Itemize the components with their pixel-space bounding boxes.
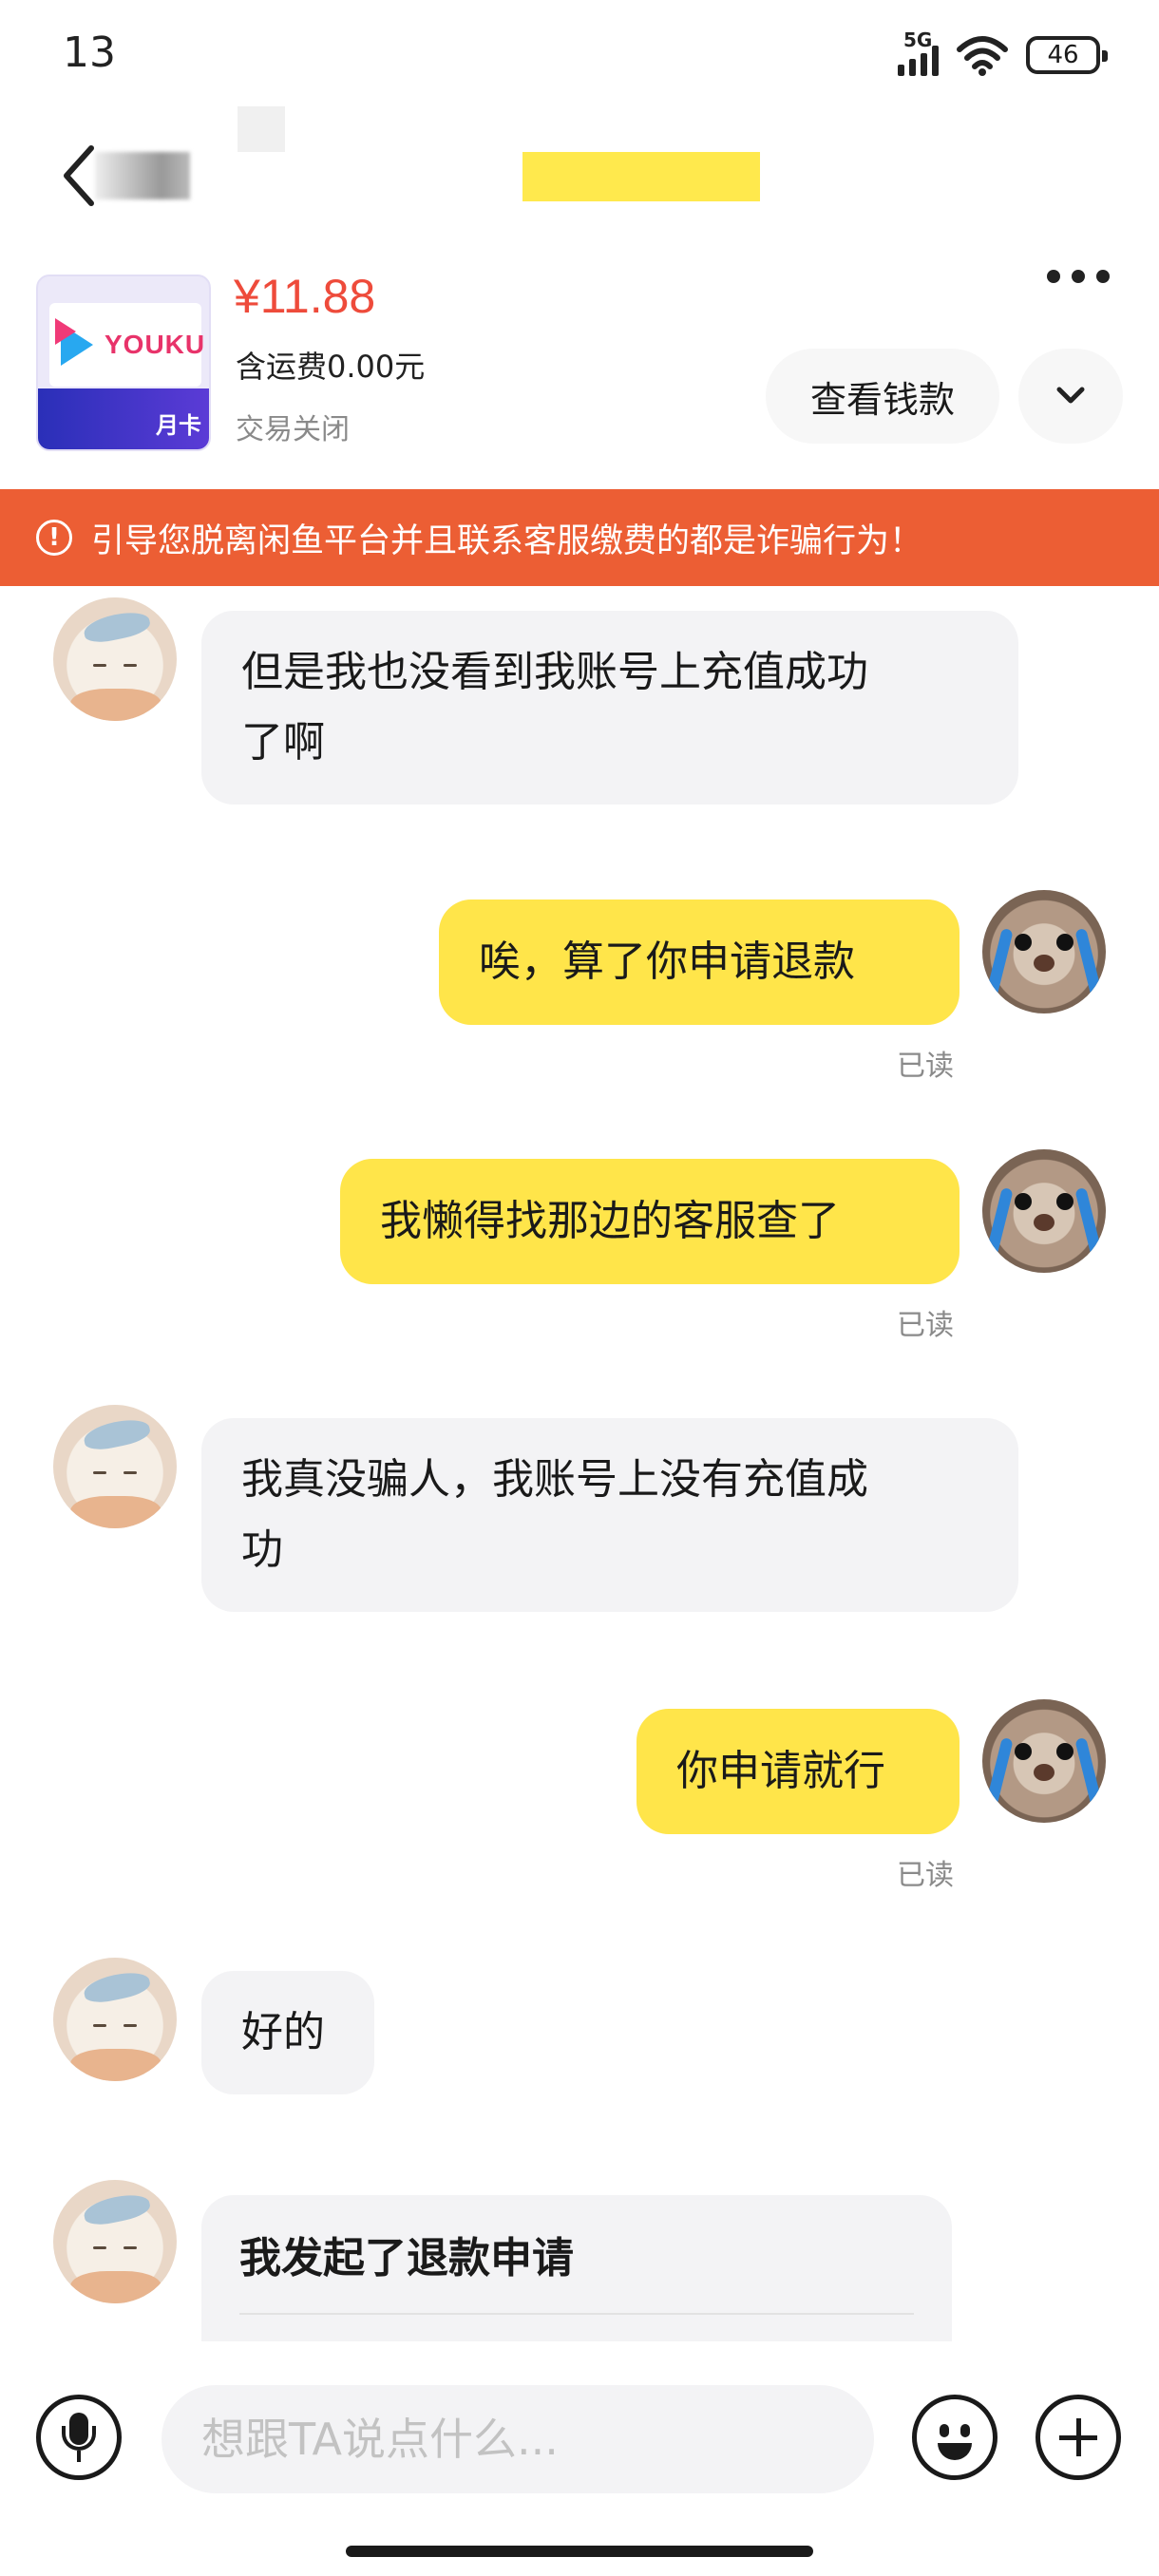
message-text: 好的: [241, 2008, 325, 2056]
self-avatar[interactable]: [982, 1699, 1106, 1823]
product-thumbnail[interactable]: YOUKU 月卡: [36, 275, 211, 451]
thumbnail-brand: YOUKU: [104, 330, 206, 359]
self-avatar[interactable]: [982, 890, 1106, 1013]
expand-button[interactable]: [1018, 349, 1123, 444]
blurred-username: [95, 152, 190, 199]
message-input-bar: [0, 2341, 1159, 2576]
message-text-line: 我真没骗人，我账号上没有充值成: [241, 1455, 868, 1504]
message-bubble[interactable]: 我真没骗人，我账号上没有充值成 功: [201, 1418, 1018, 1612]
message-bubble[interactable]: 你申请就行: [636, 1709, 960, 1834]
battery-icon: 46: [1026, 36, 1108, 74]
plus-icon[interactable]: [1036, 2395, 1121, 2480]
message-bubble[interactable]: 唉，算了你申请退款: [439, 900, 960, 1025]
message-bubble[interactable]: 我懒得找那边的客服查了: [340, 1159, 960, 1284]
refund-request-card[interactable]: 我发起了退款申请: [201, 2195, 952, 2341]
view-payment-button[interactable]: 查看钱款: [766, 349, 999, 444]
exclamation-circle-icon: !: [36, 520, 72, 556]
chat-messages[interactable]: 但是我也没看到我账号上充值成功 了啊 唉，算了你申请退款 已读 我懒得找那边的客…: [0, 586, 1159, 2341]
other-user-avatar[interactable]: [53, 597, 177, 721]
other-user-avatar[interactable]: [53, 2180, 177, 2303]
message-text-line: 功: [241, 1525, 283, 1574]
redaction-highlight: [522, 152, 760, 201]
blurred-username-part: [238, 106, 285, 152]
cellular-signal-icon: 5G: [898, 28, 939, 76]
play-logo-accent-icon: [55, 318, 76, 345]
read-receipt: 已读: [897, 1050, 954, 1083]
status-time: 13: [63, 28, 116, 77]
status-bar: 13 5G 46: [0, 0, 1159, 104]
other-user-avatar[interactable]: [53, 1405, 177, 1528]
read-receipt: 已读: [897, 1309, 954, 1342]
network-type-label: 5G: [903, 28, 933, 51]
shipping-fee: 含运费0.00元: [236, 349, 426, 385]
thumbnail-badge: 月卡: [156, 412, 201, 439]
wifi-icon: [957, 36, 1008, 76]
home-indicator[interactable]: [346, 2546, 813, 2557]
trade-status: 交易关闭: [236, 413, 350, 446]
other-user-avatar[interactable]: [53, 1958, 177, 2081]
message-text-line: 了啊: [241, 718, 325, 767]
microphone-icon[interactable]: [36, 2395, 122, 2480]
message-input[interactable]: [162, 2385, 874, 2493]
message-text: 我懒得找那边的客服查了: [380, 1197, 840, 1245]
message-bubble[interactable]: 但是我也没看到我账号上充值成功 了啊: [201, 611, 1018, 805]
message-text-line: 但是我也没看到我账号上充值成功: [241, 648, 868, 696]
status-icons: 5G 46: [898, 28, 1108, 82]
chevron-down-icon: [1056, 387, 1085, 404]
refund-card-title: 我发起了退款申请: [239, 2234, 574, 2282]
message-text: 唉，算了你申请退款: [479, 938, 855, 986]
message-text: 你申请就行: [676, 1747, 885, 1795]
warning-text: 引导您脱离闲鱼平台并且联系客服缴费的都是诈骗行为！: [91, 521, 923, 560]
product-price: ¥11.88: [234, 270, 376, 323]
read-receipt: 已读: [897, 1859, 954, 1892]
product-card[interactable]: YOUKU 月卡 ¥11.88 含运费0.00元 交易关闭 查看钱款: [0, 261, 1159, 489]
emoji-icon[interactable]: [912, 2395, 998, 2480]
message-bubble[interactable]: 好的: [201, 1971, 374, 2094]
self-avatar[interactable]: [982, 1149, 1106, 1273]
fraud-warning-banner: ! 引导您脱离闲鱼平台并且联系客服缴费的都是诈骗行为！: [0, 489, 1159, 586]
card-divider: [239, 2313, 914, 2315]
